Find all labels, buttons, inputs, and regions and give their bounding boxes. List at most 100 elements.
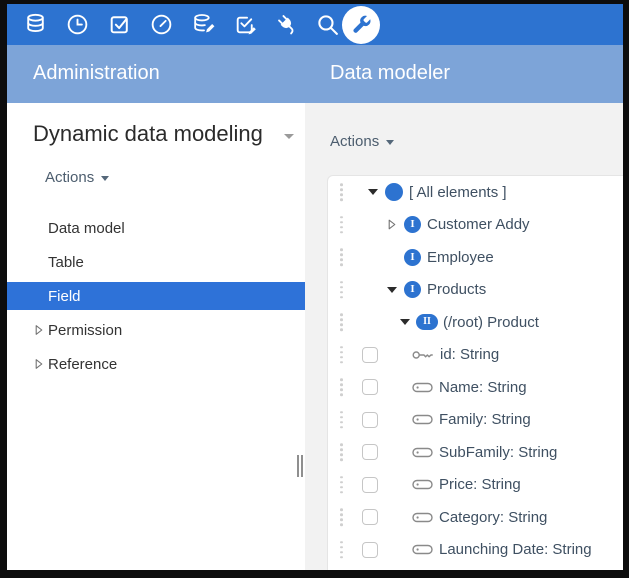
tree-row-root-product[interactable]: II (/root) Product — [328, 306, 623, 339]
drag-handle-icon[interactable] — [340, 379, 343, 397]
tree-label: Category: String — [439, 509, 547, 526]
top-toolbar — [7, 4, 623, 45]
checkbox-check-icon[interactable] — [107, 12, 132, 37]
menu-item-table[interactable]: Table — [7, 245, 305, 279]
collapse-caret-icon[interactable] — [366, 189, 379, 195]
tree-label: Launching Date: String — [439, 541, 592, 558]
tree-label: Price: String — [439, 476, 521, 493]
screenshot-frame: Administration Data modeler Dynamic data… — [0, 0, 629, 578]
field-checkbox[interactable] — [362, 412, 378, 428]
collapse-caret-icon[interactable] — [385, 287, 398, 293]
drag-handle-icon[interactable] — [340, 249, 343, 267]
admin-menu: Data model Table Field Permission Refere… — [7, 211, 305, 381]
menu-item-reference[interactable]: Reference — [7, 347, 305, 381]
drag-handle-icon[interactable] — [340, 346, 343, 364]
field-column-icon — [412, 447, 433, 458]
title-dropdown-caret-icon[interactable] — [284, 134, 294, 139]
entity-info-icon: I — [404, 281, 421, 298]
drag-handle-icon[interactable] — [340, 184, 343, 202]
field-column-icon — [412, 512, 433, 523]
tree-label: Family: String — [439, 411, 531, 428]
menu-item-label: Field — [48, 288, 81, 305]
wrench-icon — [349, 13, 373, 37]
expand-caret-icon[interactable] — [35, 359, 43, 370]
menu-item-label: Reference — [48, 356, 117, 373]
tree-label: Employee — [427, 249, 494, 266]
search-icon[interactable] — [315, 12, 340, 37]
tree-row-field-id[interactable]: id: String — [328, 339, 623, 372]
tree-row-field-category[interactable]: Category: String — [328, 501, 623, 534]
field-checkbox[interactable] — [362, 347, 378, 363]
right-panel-header: Data modeler — [330, 62, 450, 85]
table-icon: II — [416, 314, 438, 330]
tree-label: id: String — [440, 346, 499, 363]
drag-handle-icon[interactable] — [340, 509, 343, 527]
tree-row-field-launching-date[interactable]: Launching Date: String — [328, 534, 623, 567]
field-checkbox[interactable] — [362, 379, 378, 395]
tree-row-field-name[interactable]: Name: String — [328, 371, 623, 404]
app-window: Administration Data modeler Dynamic data… — [7, 4, 623, 570]
menu-item-data-model[interactable]: Data model — [7, 211, 305, 245]
data-modeler-panel: Actions [ All elements ] I — [305, 103, 623, 570]
drag-handle-icon[interactable] — [340, 411, 343, 429]
drag-handle-icon[interactable] — [340, 541, 343, 559]
menu-item-label: Permission — [48, 322, 122, 339]
tree-row-products[interactable]: I Products — [328, 274, 623, 307]
left-panel-header: Administration — [33, 62, 160, 85]
entity-info-icon: I — [404, 216, 421, 233]
tree-row-employee[interactable]: I Employee — [328, 241, 623, 274]
expand-caret-icon[interactable] — [385, 219, 398, 230]
tree-label: SubFamily: String — [439, 444, 557, 461]
expand-caret-icon[interactable] — [35, 325, 43, 336]
drag-handle-icon[interactable] — [340, 216, 343, 234]
menu-item-label: Data model — [48, 220, 125, 237]
menu-item-label: Table — [48, 254, 84, 271]
page-title: Dynamic data modeling — [33, 121, 263, 147]
form-edit-icon[interactable] — [233, 12, 258, 37]
collapse-caret-icon[interactable] — [398, 319, 411, 325]
drag-handle-icon[interactable] — [340, 314, 343, 332]
field-column-icon — [412, 414, 433, 425]
right-actions-dropdown[interactable]: Actions — [330, 133, 394, 150]
tree-label: (/root) Product — [443, 314, 539, 331]
tree-row-field-family[interactable]: Family: String — [328, 404, 623, 437]
database-edit-icon[interactable] — [191, 12, 216, 37]
tree-row-field-subfamily[interactable]: SubFamily: String — [328, 436, 623, 469]
database-icon[interactable] — [23, 12, 48, 37]
field-column-icon — [412, 479, 433, 490]
key-icon — [412, 349, 434, 361]
field-checkbox[interactable] — [362, 542, 378, 558]
field-column-icon — [412, 544, 433, 555]
plug-icon[interactable] — [275, 12, 300, 37]
entity-info-icon: I — [404, 249, 421, 266]
tree-label: Products — [427, 281, 486, 298]
tree-row-all-elements[interactable]: [ All elements ] — [328, 176, 623, 209]
left-actions-label: Actions — [45, 169, 94, 186]
tree-label: Customer Addy — [427, 216, 530, 233]
menu-item-permission[interactable]: Permission — [7, 313, 305, 347]
chevron-down-icon — [101, 176, 109, 181]
tree-label: Name: String — [439, 379, 527, 396]
left-actions-dropdown[interactable]: Actions — [45, 169, 109, 186]
field-checkbox[interactable] — [362, 477, 378, 493]
drag-handle-icon[interactable] — [340, 476, 343, 494]
drag-handle-icon[interactable] — [340, 281, 343, 299]
tree-label: [ All elements ] — [409, 184, 507, 201]
tree-row-customer-addy[interactable]: I Customer Addy — [328, 209, 623, 242]
gauge-icon[interactable] — [149, 12, 174, 37]
chevron-down-icon — [386, 140, 394, 145]
menu-item-field[interactable]: Field — [7, 282, 305, 310]
tree-row-field-price[interactable]: Price: String — [328, 469, 623, 502]
field-checkbox[interactable] — [362, 444, 378, 460]
wrench-icon-active[interactable] — [342, 6, 380, 44]
panel-headers-band: Administration Data modeler — [7, 45, 623, 103]
right-actions-label: Actions — [330, 133, 379, 150]
field-checkbox[interactable] — [362, 509, 378, 525]
panel-resize-handle[interactable] — [297, 455, 303, 477]
field-column-icon — [412, 382, 433, 393]
model-tree-card: [ All elements ] I Customer Addy I — [327, 175, 623, 570]
drag-handle-icon[interactable] — [340, 444, 343, 462]
all-elements-icon — [385, 183, 403, 201]
clock-icon[interactable] — [65, 12, 90, 37]
administration-panel: Dynamic data modeling Actions Data model… — [7, 103, 305, 570]
